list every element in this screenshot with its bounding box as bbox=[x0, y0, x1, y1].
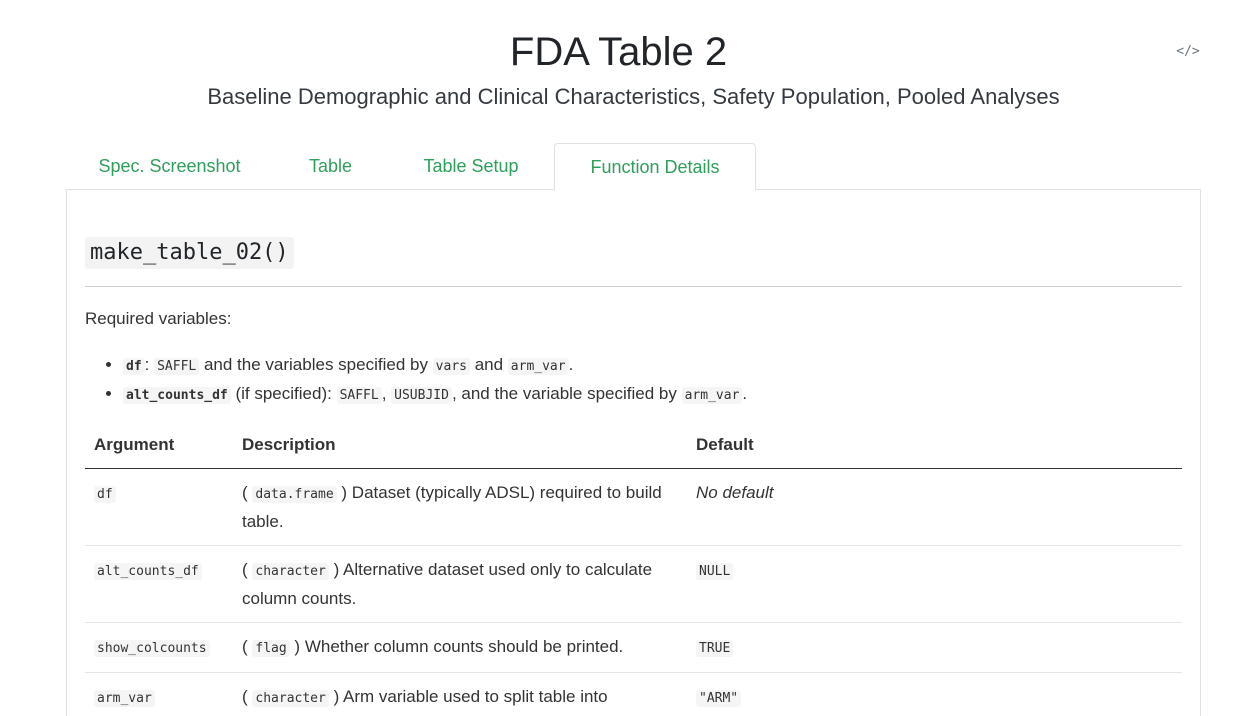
table-row: arm_var ( character ) Arm variable used … bbox=[85, 672, 1182, 716]
argument-cell: alt_counts_df bbox=[85, 545, 233, 623]
variable-code: USUBJID bbox=[391, 387, 452, 404]
column-header-default: Default bbox=[687, 427, 1182, 469]
tab-bar: Spec. Screenshot Table Table Setup Funct… bbox=[66, 143, 1201, 191]
divider bbox=[85, 286, 1182, 287]
arg-name: alt_counts_df bbox=[123, 387, 231, 404]
required-variables-label: Required variables: bbox=[85, 309, 232, 328]
table-header-row: Argument Description Default bbox=[85, 427, 1182, 469]
default-cell: No default bbox=[687, 468, 1182, 546]
variable-code: vars bbox=[432, 358, 470, 375]
argument-cell: arm_var bbox=[85, 672, 233, 716]
table-row: df ( data.frame ) Dataset (typically ADS… bbox=[85, 468, 1182, 546]
argument-cell: show_colcounts bbox=[85, 622, 233, 673]
description-cell: ( flag ) Whether column counts should be… bbox=[233, 622, 687, 673]
function-name: make_table_02() bbox=[85, 237, 294, 269]
tab-function-details[interactable]: Function Details bbox=[554, 143, 756, 191]
column-header-description: Description bbox=[233, 427, 687, 469]
tab-table[interactable]: Table bbox=[299, 143, 362, 189]
table-row: show_colcounts ( flag ) Whether column c… bbox=[85, 622, 1182, 673]
variable-code: SAFFL bbox=[154, 358, 200, 375]
page-title: FDA Table 2 bbox=[509, 30, 728, 74]
variable-code: arm_var bbox=[681, 387, 743, 404]
function-details-panel: make_table_02() Required variables: df: … bbox=[66, 189, 1201, 716]
default-cell: NULL bbox=[687, 545, 1182, 623]
list-item: df: SAFFL and the variables specified by… bbox=[123, 351, 1213, 380]
default-cell: TRUE bbox=[687, 622, 1182, 673]
variable-code: arm_var bbox=[507, 358, 569, 375]
arg-name: df bbox=[123, 358, 145, 375]
column-header-argument: Argument bbox=[85, 427, 233, 469]
description-cell: ( character ) Arm variable used to split… bbox=[233, 672, 687, 716]
code-icon[interactable]: </> bbox=[1176, 40, 1200, 64]
tab-table-setup[interactable]: Table Setup bbox=[416, 143, 526, 189]
list-item: alt_counts_df (if specified): SAFFL, USU… bbox=[123, 380, 1213, 409]
tab-spec-screenshot[interactable]: Spec. Screenshot bbox=[80, 143, 259, 189]
required-variables-list: df: SAFFL and the variables specified by… bbox=[85, 351, 1213, 409]
arguments-table: Argument Description Default df ( data.f… bbox=[85, 427, 1182, 716]
page: FDA Table 2 </> Baseline Demographic and… bbox=[0, 0, 1260, 716]
description-cell: ( data.frame ) Dataset (typically ADSL) … bbox=[233, 468, 687, 546]
table-row: alt_counts_df ( character ) Alternative … bbox=[85, 545, 1182, 623]
page-subtitle: Baseline Demographic and Clinical Charac… bbox=[207, 84, 1060, 109]
default-cell: "ARM" bbox=[687, 672, 1182, 716]
argument-cell: df bbox=[85, 468, 233, 546]
variable-code: SAFFL bbox=[336, 387, 382, 404]
description-cell: ( character ) Alternative dataset used o… bbox=[233, 545, 687, 623]
